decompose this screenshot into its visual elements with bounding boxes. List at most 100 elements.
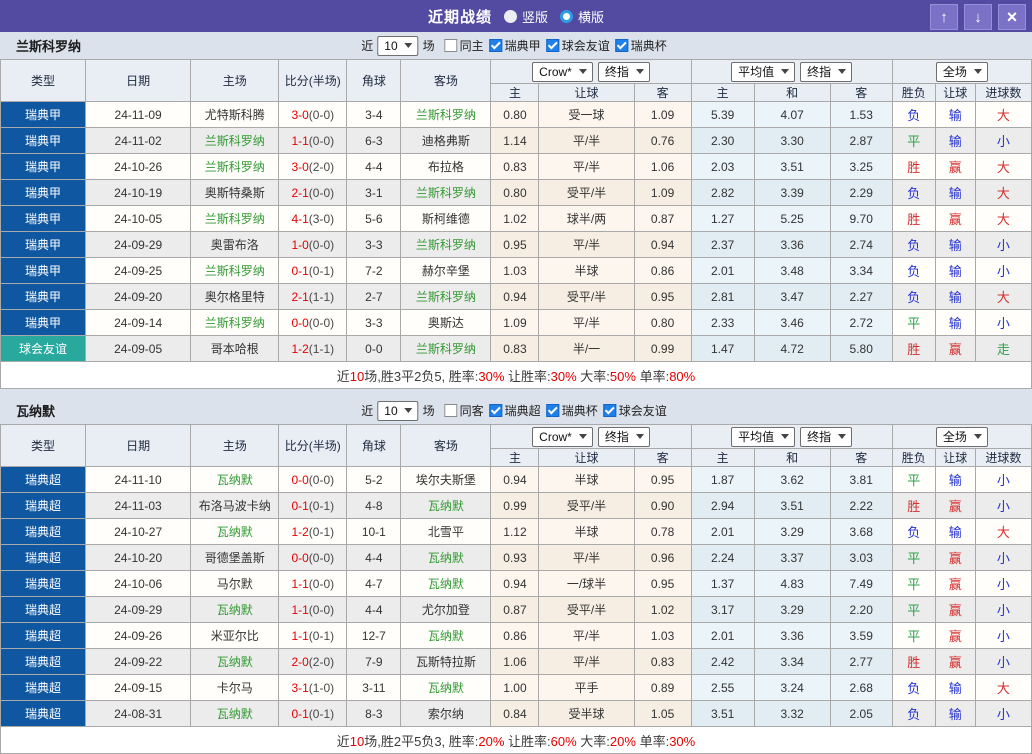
- odds-away: 0.87: [634, 206, 691, 232]
- away-team: 赫尔辛堡: [401, 258, 491, 284]
- away-team: 埃尔夫斯堡: [401, 467, 491, 493]
- away-team: 迪格弗斯: [401, 128, 491, 154]
- result-outcome: 胜: [892, 154, 935, 180]
- type-badge: 瑞典甲: [1, 154, 86, 180]
- checkbox-icon[interactable]: [445, 39, 458, 52]
- same-venue-checkbox[interactable]: 同客: [445, 402, 484, 419]
- score-cell: 1-1(0-0): [279, 571, 347, 597]
- avg-away: 3.03: [830, 545, 892, 571]
- team-name: 瓦纳默: [16, 401, 55, 420]
- score-cell: 3-0(2-0): [279, 154, 347, 180]
- odds-away: 1.02: [634, 597, 691, 623]
- odds-handicap: 平/半: [539, 649, 634, 675]
- type-badge: 瑞典甲: [1, 180, 86, 206]
- avg-home: 2.30: [691, 128, 754, 154]
- chevron-down-icon: [405, 43, 413, 48]
- odds-handicap: 平/半: [539, 154, 634, 180]
- bookmaker-select[interactable]: Crow*: [532, 62, 593, 82]
- result-outcome: 平: [892, 597, 935, 623]
- odds-stage-select-2[interactable]: 终指: [800, 62, 852, 82]
- result-handicap: 输: [935, 258, 975, 284]
- date-cell: 24-09-22: [86, 649, 191, 675]
- league-filter-checkbox[interactable]: 瑞典杯: [547, 402, 598, 419]
- home-team: 兰斯科罗纳: [191, 128, 279, 154]
- league-filter-checkbox[interactable]: 球会友谊: [547, 37, 610, 54]
- average-select[interactable]: 平均值: [731, 427, 795, 447]
- radio-circle-icon[interactable]: [504, 10, 517, 23]
- odds-away: 0.95: [634, 467, 691, 493]
- avg-away: 2.27: [830, 284, 892, 310]
- bookmaker-select[interactable]: Crow*: [532, 427, 593, 447]
- corner-cell: 7-2: [347, 258, 401, 284]
- match-count-select[interactable]: 10: [377, 401, 418, 421]
- league-filter-checkbox[interactable]: 瑞典甲: [490, 37, 541, 54]
- league-filter-checkbox[interactable]: 球会友谊: [604, 402, 667, 419]
- result-outcome: 负: [892, 258, 935, 284]
- average-select[interactable]: 平均值: [731, 62, 795, 82]
- score-cell: 1-0(0-0): [279, 232, 347, 258]
- sections-container: 兰斯科罗纳 近 10 场 同主瑞典甲球会友谊瑞典杯 类型: [0, 32, 1032, 754]
- checkbox-icon[interactable]: [547, 39, 560, 52]
- home-team: 瓦纳默: [191, 649, 279, 675]
- checkbox-label: 同客: [460, 402, 484, 419]
- checkbox-icon[interactable]: [490, 404, 503, 417]
- away-team: 瓦纳默: [401, 675, 491, 701]
- match-count-select[interactable]: 10: [377, 36, 418, 56]
- avg-home: 2.55: [691, 675, 754, 701]
- corner-cell: 3-1: [347, 180, 401, 206]
- scope-select[interactable]: 全场: [936, 427, 988, 447]
- table-row: 瑞典甲24-10-26兰斯科罗纳3-0(2-0)4-4布拉格0.83平/半1.0…: [1, 154, 1032, 180]
- col-header-score: 比分(半场): [279, 60, 347, 102]
- home-team: 兰斯科罗纳: [191, 206, 279, 232]
- result-goals: 小: [975, 649, 1031, 675]
- result-goals: 小: [975, 310, 1031, 336]
- odds-stage-select[interactable]: 终指: [598, 62, 650, 82]
- score-cell: 0-0(0-0): [279, 467, 347, 493]
- league-filter-checkbox[interactable]: 瑞典超: [490, 402, 541, 419]
- avg-away: 3.68: [830, 519, 892, 545]
- home-team: 哥德堡盖斯: [191, 545, 279, 571]
- avg-home: 2.37: [691, 232, 754, 258]
- date-cell: 24-11-03: [86, 493, 191, 519]
- table-row: 瑞典甲24-09-25兰斯科罗纳0-1(0-1)7-2赫尔辛堡1.03半球0.8…: [1, 258, 1032, 284]
- result-outcome: 平: [892, 310, 935, 336]
- layout-radio-horizontal[interactable]: 横版: [560, 7, 604, 26]
- checkbox-icon[interactable]: [490, 39, 503, 52]
- corner-cell: 4-8: [347, 493, 401, 519]
- score-cell: 2-0(2-0): [279, 649, 347, 675]
- result-outcome: 负: [892, 284, 935, 310]
- league-filter-checkbox[interactable]: 瑞典杯: [616, 37, 667, 54]
- checkbox-label: 瑞典甲: [505, 37, 541, 54]
- result-handicap: 输: [935, 180, 975, 206]
- scroll-up-button[interactable]: ↑: [930, 4, 958, 30]
- corner-cell: 5-6: [347, 206, 401, 232]
- home-team: 哥本哈根: [191, 336, 279, 362]
- avg-home: 2.24: [691, 545, 754, 571]
- checkbox-label: 瑞典超: [505, 402, 541, 419]
- checkbox-icon[interactable]: [547, 404, 560, 417]
- checkbox-icon[interactable]: [604, 404, 617, 417]
- radio-circle-icon[interactable]: [560, 10, 573, 23]
- scroll-down-button[interactable]: ↓: [964, 4, 992, 30]
- layout-radio-vertical[interactable]: 竖版: [504, 7, 548, 26]
- score-cell: 1-1(0-0): [279, 597, 347, 623]
- type-badge: 瑞典超: [1, 623, 86, 649]
- same-venue-checkbox[interactable]: 同主: [445, 37, 484, 54]
- close-button[interactable]: ×: [998, 4, 1026, 30]
- col-header-away: 客场: [401, 60, 491, 102]
- away-team: 布拉格: [401, 154, 491, 180]
- corner-cell: 6-3: [347, 128, 401, 154]
- checkbox-icon[interactable]: [445, 404, 458, 417]
- odds-home: 1.06: [491, 649, 539, 675]
- checkbox-icon[interactable]: [616, 39, 629, 52]
- sub-header-handicap-result: 让球: [935, 84, 975, 102]
- odds-stage-select-2[interactable]: 终指: [800, 427, 852, 447]
- avg-home: 1.87: [691, 467, 754, 493]
- odds-handicap: 平/半: [539, 310, 634, 336]
- scope-select[interactable]: 全场: [936, 62, 988, 82]
- results-table: 类型 日期 主场 比分(半场) 角球 客场 Crow* 终指: [0, 424, 1032, 754]
- bookmaker-header-group: Crow* 终指: [491, 60, 691, 84]
- type-badge: 瑞典甲: [1, 284, 86, 310]
- odds-stage-select[interactable]: 终指: [598, 427, 650, 447]
- near-label: 近: [361, 402, 373, 419]
